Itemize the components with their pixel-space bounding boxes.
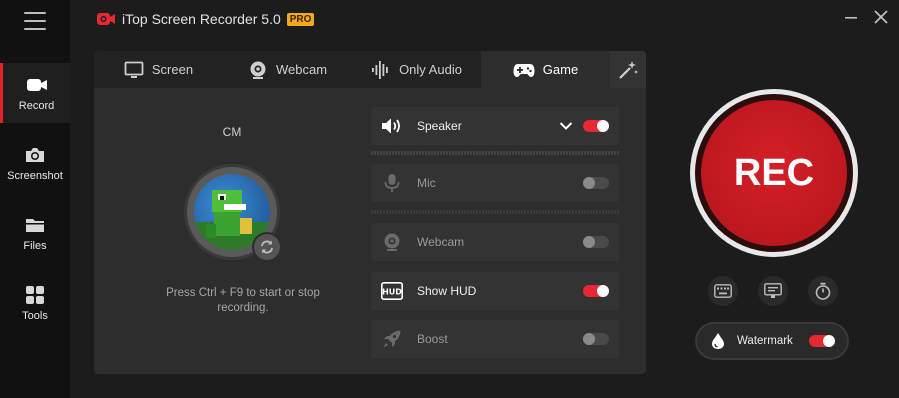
game-profile: CM Press Ctrl + F9 to start or stop reco… xyxy=(94,88,372,374)
speaker-toggle[interactable] xyxy=(583,120,609,132)
webcam-toggle[interactable] xyxy=(583,236,609,248)
sidebar-item-files[interactable]: Files xyxy=(0,203,70,263)
gamepad-icon xyxy=(513,62,535,78)
grid-icon xyxy=(24,284,46,306)
camera-icon xyxy=(24,144,46,166)
app-title-text: iTop Screen Recorder 5.0 xyxy=(122,11,281,27)
tab-webcam[interactable]: Webcam xyxy=(223,51,352,88)
close-icon xyxy=(874,10,888,24)
tab-label: Webcam xyxy=(275,62,328,77)
main-panel: Screen Webcam Only Audio Game CM Press C… xyxy=(94,51,646,374)
option-speaker: Speaker xyxy=(371,107,619,145)
refresh-icon xyxy=(261,240,273,254)
sidebar-item-label: Record xyxy=(18,100,55,112)
speaker-dropdown-chevron-icon[interactable] xyxy=(559,119,573,133)
divider xyxy=(371,151,619,155)
svg-text:HUD: HUD xyxy=(382,288,402,297)
divider xyxy=(371,210,619,214)
sidebar-item-tools[interactable]: Tools xyxy=(0,273,70,333)
watermark-control[interactable]: Watermark xyxy=(697,324,847,358)
magic-effects-button[interactable] xyxy=(610,51,646,88)
audio-wave-icon xyxy=(371,60,391,80)
option-label: Webcam xyxy=(417,235,465,249)
option-label: Speaker xyxy=(417,119,462,133)
minimize-button[interactable] xyxy=(842,8,860,26)
option-show-hud: HUD Show HUD xyxy=(371,272,619,310)
water-drop-icon xyxy=(709,332,727,350)
speaker-icon xyxy=(381,115,403,137)
close-button[interactable] xyxy=(872,8,890,26)
tab-label: Game xyxy=(542,62,579,77)
webcam-icon xyxy=(248,60,268,80)
watermark-toggle[interactable] xyxy=(809,335,835,347)
schedule-task-button[interactable] xyxy=(758,276,788,306)
option-mic: Mic xyxy=(371,164,619,202)
rec-button[interactable]: REC xyxy=(701,100,847,246)
mode-tabs: Screen Webcam Only Audio Game xyxy=(94,51,646,88)
minimize-icon xyxy=(845,17,857,19)
shortcut-hint: Press Ctrl + F9 to start or stop recordi… xyxy=(166,287,320,314)
rec-button-ring: REC xyxy=(690,89,858,257)
tab-only-audio[interactable]: Only Audio xyxy=(352,51,481,88)
tab-label: Only Audio xyxy=(399,62,462,77)
app-logo-icon xyxy=(96,11,116,27)
option-webcam: Webcam xyxy=(371,223,619,261)
boost-toggle[interactable] xyxy=(583,333,609,345)
record-icon xyxy=(26,74,48,96)
keyboard-icon xyxy=(714,284,732,298)
show-hud-toggle[interactable] xyxy=(583,285,609,297)
sidebar-item-screenshot[interactable]: Screenshot xyxy=(0,133,70,193)
tab-label: Screen xyxy=(151,62,194,77)
sidebar-item-label: Tools xyxy=(22,310,48,322)
sidebar: Record Screenshot Files Tools xyxy=(0,0,70,398)
magic-wand-icon xyxy=(619,60,638,79)
tab-screen[interactable]: Screen xyxy=(94,51,223,88)
sidebar-item-label: Screenshot xyxy=(7,170,63,182)
app-title: iTop Screen Recorder 5.0 PRO xyxy=(96,11,315,27)
mic-toggle[interactable] xyxy=(583,177,609,189)
option-boost: Boost xyxy=(371,320,619,358)
folder-icon xyxy=(24,214,46,236)
hotkey-settings-button[interactable] xyxy=(708,276,738,306)
option-label: Mic xyxy=(417,176,436,190)
sidebar-item-label: Files xyxy=(23,240,47,252)
change-avatar-button[interactable] xyxy=(254,234,280,260)
display-icon xyxy=(764,283,782,298)
sidebar-item-record[interactable]: Record xyxy=(0,63,70,123)
option-label: Show HUD xyxy=(417,284,477,298)
webcam-icon xyxy=(381,231,403,253)
menu-icon[interactable] xyxy=(24,12,46,30)
tab-game[interactable]: Game xyxy=(481,51,610,88)
profile-name: CM xyxy=(222,125,242,139)
watermark-label: Watermark xyxy=(737,335,793,347)
mic-icon xyxy=(381,172,403,194)
pro-badge: PRO xyxy=(286,12,315,26)
timer-button[interactable] xyxy=(808,276,838,306)
timer-icon xyxy=(815,282,831,300)
option-label: Boost xyxy=(417,332,448,346)
rec-label: REC xyxy=(733,151,815,194)
monitor-icon xyxy=(124,61,144,79)
rocket-icon xyxy=(381,328,403,350)
hud-icon: HUD xyxy=(381,280,403,302)
